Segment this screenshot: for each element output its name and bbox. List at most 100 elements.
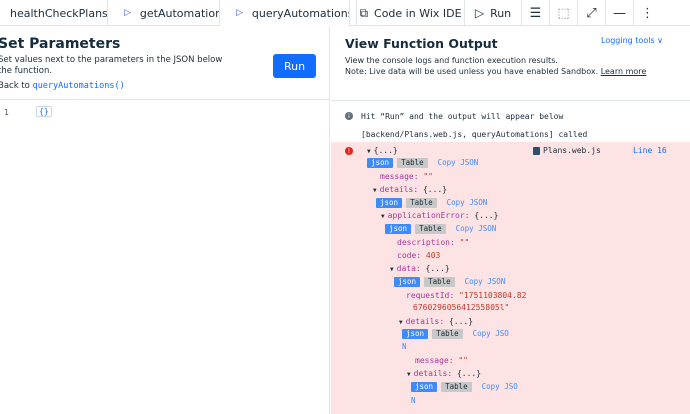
run-button[interactable]: Run [273, 54, 316, 78]
minimize-button[interactable]: — [605, 0, 633, 26]
tab-healthcheckplans[interactable]: healthCheckPlans [0, 0, 108, 26]
table-toggle[interactable]: Table [406, 198, 437, 208]
json-toggle[interactable]: json [385, 224, 412, 234]
info-log: i Hit “Run” and the output will appear b… [331, 110, 690, 142]
copy-json-wrap[interactable]: N [411, 396, 416, 405]
tree-row[interactable]: ▼ details: {...} [399, 317, 473, 326]
view-toggle-row: json Table Copy JSO [411, 382, 518, 392]
copy-json-button[interactable]: Copy JSO [473, 329, 509, 338]
view-toggle-row: json Table Copy JSON [385, 224, 496, 234]
copy-json-button[interactable]: Copy JSON [465, 277, 506, 286]
tab-bar: healthCheckPlans ▷ getAutomation ▷ query… [0, 0, 690, 26]
caret-down-icon: ▼ [367, 148, 371, 155]
back-link[interactable]: queryAutomations() [33, 81, 125, 91]
called-text: [backend/Plans.web.js, queryAutomations]… [361, 130, 588, 139]
more-button[interactable]: ⋮ [633, 0, 661, 26]
line-reference[interactable]: Line 16 [633, 146, 667, 155]
run-label: Run [490, 6, 512, 20]
value: {...} [456, 369, 482, 378]
external-link-icon: ⧉ [359, 5, 369, 20]
json-toggle[interactable]: json [411, 382, 438, 392]
desc-line-1: View the console logs and function execu… [345, 56, 558, 65]
tab-label: getAutomation [139, 6, 220, 20]
tab-queryautomations[interactable]: ▷ queryAutomations ✕ [220, 0, 350, 26]
key: details: [405, 317, 445, 326]
source-file[interactable]: Plans.web.js [533, 146, 601, 155]
panel-title: Set Parameters [0, 36, 121, 52]
key: message: [380, 172, 419, 181]
tab-label: healthCheckPlans [10, 6, 108, 20]
tree-row[interactable]: ▼ data: {...} [390, 264, 450, 273]
back-prefix: Back to [0, 81, 33, 91]
view-toggle-row: json Table Copy JSO [402, 329, 509, 339]
root-object: {...} [373, 146, 398, 155]
key: code: [397, 251, 422, 260]
play-icon: ▷ [236, 8, 243, 18]
copy-json-button[interactable]: Copy JSON [438, 158, 479, 167]
view-toggle-row: json Table Copy JSON [367, 158, 478, 168]
value: "" [423, 172, 433, 181]
key: applicationError: [387, 211, 470, 220]
json-toggle[interactable]: json [402, 329, 429, 339]
table-toggle[interactable]: Table [415, 224, 446, 234]
tab-getautomation[interactable]: ▷ getAutomation [108, 0, 220, 26]
key: description: [397, 238, 455, 247]
copy-json-button[interactable]: Copy JSO [482, 382, 518, 391]
tree-row[interactable]: ▼ applicationError: {...} [381, 211, 498, 220]
expand-button[interactable]: ⤢ [577, 0, 605, 26]
table-toggle[interactable]: Table [432, 329, 463, 339]
copy-json-button[interactable]: Copy JSON [447, 198, 488, 207]
table-toggle[interactable]: Table [424, 277, 455, 287]
back-link-row: Back to queryAutomations() [0, 81, 125, 91]
key: details: [379, 185, 419, 194]
copy-json-wrap[interactable]: N [402, 342, 407, 351]
value: {...} [448, 317, 474, 326]
tree-row[interactable]: ▼ details: {...} [407, 369, 481, 378]
copy-json-button[interactable]: Copy JSON [456, 224, 497, 233]
select-area-button[interactable]: ⬚ [549, 0, 577, 26]
value: 676029605641255805l" [413, 303, 510, 312]
sliders-icon: ☰ [529, 5, 542, 21]
expand-icon: ⤢ [586, 5, 597, 21]
code-text[interactable]: {} [36, 106, 52, 117]
toolbar-run-button[interactable]: ▷ Run [464, 0, 521, 26]
minimize-icon: — [613, 5, 626, 21]
table-toggle[interactable]: Table [441, 382, 472, 392]
tree-root[interactable]: ▼ {...} [367, 146, 398, 155]
tab-label: queryAutomations [251, 6, 350, 20]
code-in-wix-ide-button[interactable]: ⧉ Code in Wix IDE [356, 0, 464, 26]
caret-down-icon: ▼ [390, 266, 394, 273]
ide-label: Code in Wix IDE [374, 6, 462, 20]
set-parameters-header: Set Parameters Set values next to the pa… [0, 26, 329, 100]
tree-row[interactable]: ▼ details: {...} [373, 185, 447, 194]
info-text: Hit “Run” and the output will appear bel… [361, 112, 564, 121]
select-area-icon: ⬚ [557, 5, 570, 21]
learn-more-link[interactable]: Learn more [601, 67, 647, 76]
key: details: [413, 369, 453, 378]
value: {...} [422, 185, 448, 194]
info-icon: i [345, 112, 353, 120]
line-number: 1 [4, 108, 9, 117]
json-toggle[interactable]: json [367, 158, 394, 168]
tree-row: requestId: "1751103804.82 [406, 291, 526, 300]
error-log: ! Plans.web.js Line 16 ▼ {...} json Table C… [331, 142, 690, 414]
play-icon: ▷ [124, 8, 131, 18]
file-icon [533, 146, 540, 155]
caret-down-icon: ▼ [381, 213, 385, 220]
json-toggle[interactable]: json [394, 277, 421, 287]
json-toggle[interactable]: json [376, 198, 403, 208]
value: {...} [474, 211, 499, 220]
settings-button[interactable]: ☰ [521, 0, 549, 26]
file-name: Plans.web.js [543, 146, 601, 155]
key: data: [396, 264, 421, 273]
more-icon: ⋮ [641, 5, 654, 21]
tree-row: code: 403 [397, 251, 440, 260]
divider [331, 100, 690, 101]
key: message: [415, 356, 454, 365]
table-toggle[interactable]: Table [397, 158, 428, 168]
set-parameters-panel: Set Parameters Set values next to the pa… [0, 26, 330, 414]
caret-down-icon: ▼ [373, 187, 377, 194]
logging-tools-dropdown[interactable]: Logging tools ∨ [601, 36, 663, 45]
value: "" [459, 238, 470, 247]
desc-note: Note: Live data will be used unless you … [345, 67, 601, 76]
